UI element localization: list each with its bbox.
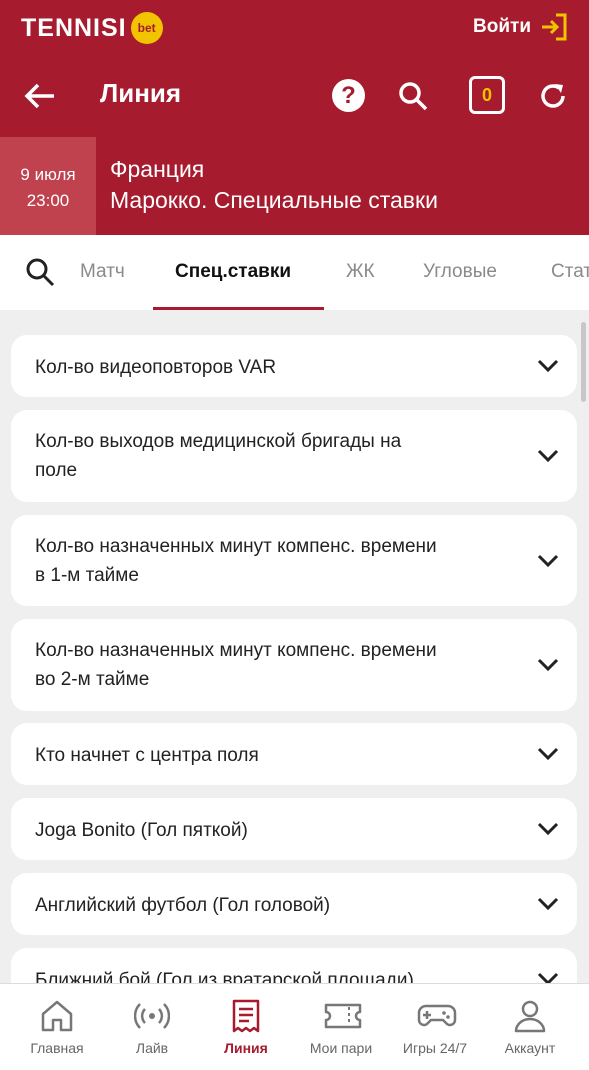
market-item[interactable]: Кол-во видеоповторов VAR (11, 335, 577, 397)
event-header: 9 июля 23:00 Франция Марокко. Специальны… (0, 137, 589, 235)
account-icon (514, 1000, 546, 1033)
chevron-down-icon (537, 897, 559, 911)
bottom-nav-label: Игры 24/7 (402, 1040, 468, 1056)
market-list: Кол-во видеоповторов VAR Кол-во выходов … (11, 335, 577, 983)
market-label: Кол-во назначенных минут компенс. времен… (35, 640, 437, 690)
top-bar: TENNISI bet Войти Линия ? 0 (0, 0, 589, 137)
market-item[interactable]: Joga Bonito (Гол пяткой) (11, 798, 577, 860)
event-datetime: 9 июля 23:00 (0, 137, 96, 235)
live-icon (134, 1003, 170, 1029)
search-icon[interactable] (397, 80, 429, 112)
brand-name: TENNISI (21, 13, 127, 42)
coupon-button[interactable]: 0 (469, 76, 505, 114)
help-icon[interactable]: ? (332, 79, 365, 112)
back-arrow-icon[interactable] (22, 78, 58, 114)
tabs-search-icon[interactable] (25, 257, 55, 287)
market-label: Кол-во назначенных минут компенс. времен… (35, 536, 437, 586)
market-label: Английский футбол (Гол головой) (35, 895, 331, 916)
line-icon (232, 999, 260, 1033)
event-team1: Франция (110, 156, 205, 182)
market-item[interactable]: Кто начнет с центра поля (11, 723, 577, 785)
active-tab-indicator (153, 307, 324, 310)
gamepad-icon (417, 1004, 457, 1027)
market-item[interactable]: Ближний бой (Гол из вратарской площади) (11, 948, 577, 983)
refresh-icon[interactable] (537, 80, 569, 112)
event-time: 23:00 (26, 191, 70, 210)
bottom-nav-my-bets[interactable]: Мои пари (292, 984, 390, 1070)
chevron-down-icon (537, 972, 559, 983)
chevron-down-icon (537, 449, 559, 463)
market-label: Joga Bonito (Гол пяткой) (35, 820, 248, 841)
chevron-down-icon (537, 747, 559, 761)
market-label: Ближний бой (Гол из вратарской площади) (35, 970, 414, 983)
bottom-nav-live[interactable]: Лайв (103, 984, 201, 1070)
market-tabs: Матч Спец.ставки ЖК Угловые Статистика (0, 235, 589, 310)
event-teams: Франция Марокко. Специальные ставки (110, 154, 438, 216)
chevron-down-icon (537, 822, 559, 836)
login-label: Войти (473, 16, 531, 37)
scrollbar[interactable] (581, 322, 586, 402)
login-button[interactable]: Войти (473, 12, 569, 42)
event-team2: Марокко. Специальные ставки (110, 187, 438, 213)
tab-statistics[interactable]: Статистика (551, 261, 589, 283)
home-icon (41, 1000, 73, 1032)
tab-match[interactable]: Матч (80, 261, 125, 283)
chevron-down-icon (537, 554, 559, 568)
market-item[interactable]: Кол-во выходов медицинской бригады на пол… (11, 410, 577, 502)
market-label: Кол-во видеоповторов VAR (35, 357, 277, 378)
page-title: Линия (100, 78, 182, 108)
event-date: 9 июля (20, 165, 76, 184)
tab-yellow-cards[interactable]: ЖК (346, 261, 375, 283)
market-item[interactable]: Английский футбол (Гол головой) (11, 873, 577, 935)
bottom-nav-label: Мои пари (309, 1040, 373, 1056)
bottom-nav-home[interactable]: Главная (8, 984, 106, 1070)
bottom-nav-label: Аккаунт (504, 1040, 556, 1056)
bottom-nav-account[interactable]: Аккаунт (481, 984, 579, 1070)
bottom-nav-label: Линия (224, 1040, 268, 1056)
market-item[interactable]: Кол-во назначенных минут компенс. времен… (11, 619, 577, 711)
nav-row: Линия ? 0 (0, 62, 589, 128)
market-label: Кол-во выходов медицинской бригады на пол… (35, 431, 402, 481)
login-icon (542, 13, 567, 41)
tab-corners[interactable]: Угловые (423, 261, 497, 283)
tab-special-bets[interactable]: Спец.ставки (175, 261, 291, 283)
brand-badge: bet (130, 12, 163, 44)
ticket-icon (324, 1003, 362, 1029)
coupon-count: 0 (481, 84, 492, 105)
market-label: Кто начнет с центра поля (35, 745, 259, 766)
bottom-nav-label: Лайв (135, 1040, 169, 1056)
bottom-nav-label: Главная (30, 1040, 84, 1056)
bottom-nav-line[interactable]: Линия (197, 984, 295, 1070)
market-item[interactable]: Кол-во назначенных минут компенс. времен… (11, 515, 577, 606)
chevron-down-icon (537, 359, 559, 373)
bottom-nav-games[interactable]: Игры 24/7 (386, 984, 484, 1070)
bottom-nav: Главная Лайв Линия Мои пари Игры 24/7 Ак… (0, 983, 589, 1070)
chevron-down-icon (537, 658, 559, 672)
brand-logo[interactable]: TENNISI bet (21, 12, 163, 44)
